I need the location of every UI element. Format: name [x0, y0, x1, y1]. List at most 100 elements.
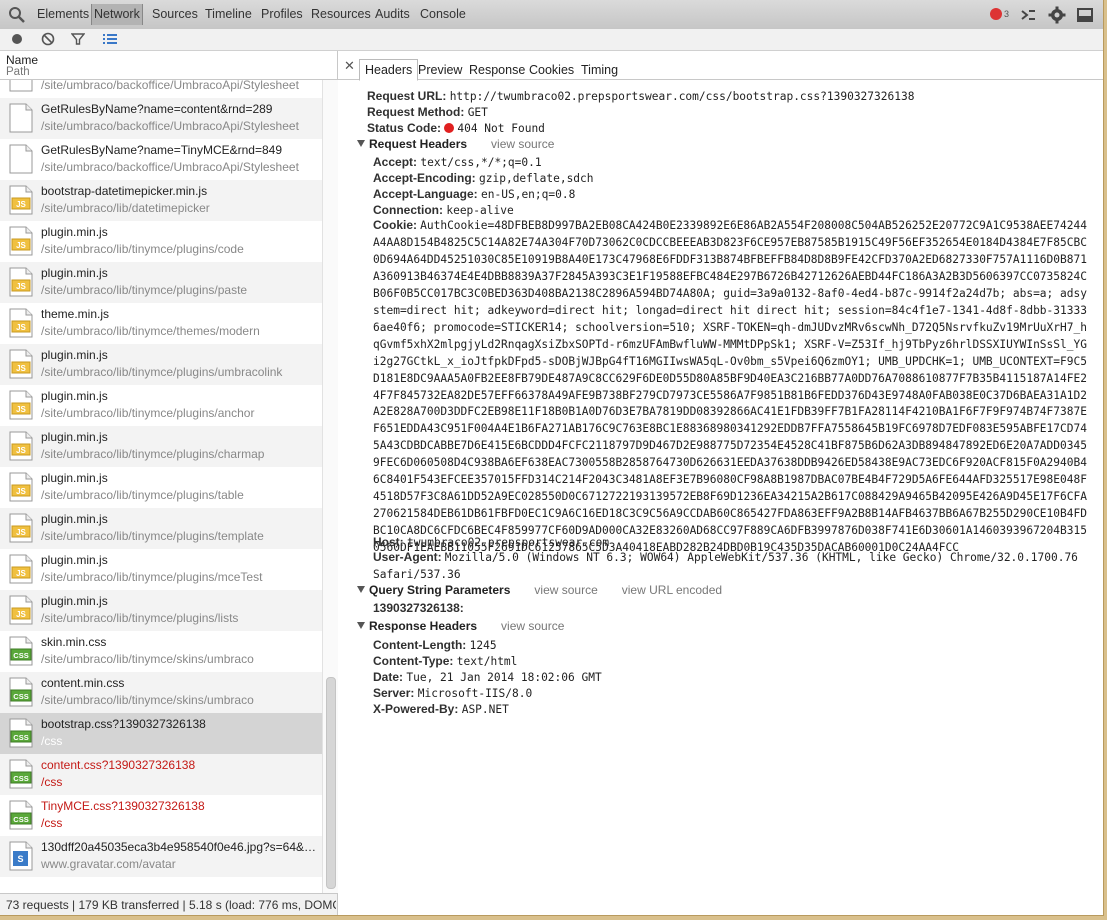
request-name: plugin.min.js [41, 266, 108, 280]
request-view-source-link[interactable]: view source [491, 137, 554, 151]
tab-network[interactable]: Network [91, 4, 143, 25]
css-file-icon: CSS [9, 677, 33, 707]
svg-text:JS: JS [16, 487, 26, 496]
tab-cookies[interactable]: Cookies [529, 63, 574, 77]
svg-text:CSS: CSS [13, 733, 28, 742]
gear-icon[interactable] [1048, 6, 1066, 24]
svg-text:S: S [17, 854, 23, 864]
request-row[interactable]: JS plugin.min.js/site/umbraco/lib/tinymce… [0, 221, 322, 262]
large-rows-icon[interactable] [103, 32, 117, 46]
response-view-source-link[interactable]: view source [501, 619, 564, 633]
error-icon[interactable] [990, 8, 1002, 20]
request-row[interactable]: CSS skin.min.css/site/umbraco/lib/tinymce… [0, 631, 322, 672]
clear-icon[interactable] [41, 32, 55, 46]
request-row[interactable]: JS theme.min.js/site/umbraco/lib/tinymce/… [0, 303, 322, 344]
tab-preview[interactable]: Preview [418, 63, 462, 77]
request-path: /site/umbraco/lib/tinymce/plugins/mceTes… [41, 570, 263, 584]
status-code-key: Status Code: [367, 121, 442, 135]
disclosure-triangle-icon[interactable] [357, 622, 365, 629]
request-row[interactable]: CSS content.min.css/site/umbraco/lib/tiny… [0, 672, 322, 713]
js-file-icon: JS [9, 513, 33, 543]
request-row[interactable]: CSS content.css?1390327326138/css [0, 754, 322, 795]
request-name: plugin.min.js [41, 430, 108, 444]
tab-profiles[interactable]: Profiles [261, 7, 303, 21]
tab-timeline[interactable]: Timeline [205, 7, 252, 21]
request-row[interactable]: S 130dff20a45035eca3b4e958540f0e46.jpg?s=… [0, 836, 322, 877]
request-name: bootstrap.css?1390327326138 [41, 717, 206, 731]
query-string-title: Query String Parameters [369, 583, 511, 597]
devtools-window: Elements Network Sources Timeline Profil… [0, 0, 1104, 916]
request-row[interactable]: GetRulesByName?name=content&rnd=289/site… [0, 98, 322, 139]
request-row[interactable]: CSS bootstrap.css?1390327326138/css [0, 713, 322, 754]
svg-text:CSS: CSS [13, 774, 28, 783]
request-row[interactable]: JS plugin.min.js/site/umbraco/lib/tinymce… [0, 426, 322, 467]
tab-console[interactable]: Console [420, 7, 466, 21]
disclosure-triangle-icon[interactable] [357, 586, 365, 593]
request-url-row: Request URL: http://twumbraco02.prepspor… [367, 88, 914, 105]
request-row[interactable]: JS plugin.min.js/site/umbraco/lib/tinymce… [0, 590, 322, 631]
request-name: content.css?1390327326138 [41, 758, 196, 772]
request-row[interactable]: /site/umbraco/backoffice/UmbracoApi/Styl… [0, 80, 322, 98]
request-row[interactable]: CSS TinyMCE.css?1390327326138/css [0, 795, 322, 836]
js-file-icon: JS [9, 554, 33, 584]
accept-encoding-key: Accept-Encoding: [373, 171, 476, 185]
response-headers-title: Response Headers [369, 619, 478, 633]
request-path: /site/umbraco/lib/tinymce/plugins/lists [41, 611, 239, 625]
dock-icon[interactable] [1076, 6, 1094, 24]
request-row[interactable]: GetRulesByName?name=TinyMCE&rnd=849/site… [0, 139, 322, 180]
date-value: Tue, 21 Jan 2014 18:02:06 GMT [406, 671, 602, 684]
request-path: /css [41, 775, 63, 789]
request-row[interactable]: JS plugin.min.js/site/umbraco/lib/tinymce… [0, 549, 322, 590]
connection-row: Connection: keep-alive [373, 202, 514, 219]
request-name: plugin.min.js [41, 512, 108, 526]
svg-text:JS: JS [16, 282, 26, 291]
request-row[interactable]: JS plugin.min.js/site/umbraco/lib/tinymce… [0, 385, 322, 426]
cookie-value: AuthCookie=48DFBEB8D997BA2EB08CA424B0E23… [373, 219, 1087, 555]
accept-value: text/css,*/*;q=0.1 [420, 156, 542, 169]
response-headers-section[interactable]: Response Headers view source [357, 619, 564, 633]
tab-audits[interactable]: Audits [375, 7, 410, 21]
tab-resources[interactable]: Resources [311, 7, 371, 21]
tab-sources[interactable]: Sources [152, 7, 198, 21]
console-drawer-icon[interactable] [1019, 6, 1037, 24]
query-param-key: 1390327326138: [373, 601, 464, 615]
accept-encoding-row: Accept-Encoding: gzip,deflate,sdch [373, 170, 594, 187]
scroll-thumb[interactable] [326, 677, 336, 889]
tab-response[interactable]: Response [469, 63, 525, 77]
request-path: /site/umbraco/lib/tinymce/plugins/templa… [41, 529, 264, 543]
inspect-search-icon[interactable] [8, 6, 26, 24]
record-icon[interactable] [10, 32, 24, 46]
cookie-row: Cookie: AuthCookie=48DFBEB8D997BA2EB08CA… [373, 218, 1088, 557]
request-headers-section[interactable]: Request Headers view source [357, 137, 554, 151]
tab-elements[interactable]: Elements [37, 7, 89, 21]
request-row[interactable]: JS plugin.min.js/site/umbraco/lib/tinymce… [0, 508, 322, 549]
request-list-scrollbar[interactable] [322, 80, 338, 893]
request-url-value: http://twumbraco02.prepsportswear.com/cs… [449, 90, 915, 103]
query-string-section[interactable]: Query String Parameters view source view U… [357, 583, 722, 597]
request-row[interactable]: JS plugin.min.js/site/umbraco/lib/tinymce… [0, 467, 322, 508]
request-name: plugin.min.js [41, 553, 108, 567]
disclosure-triangle-icon[interactable] [357, 140, 365, 147]
name-header-label: Name [6, 53, 39, 67]
accept-row: Accept: text/css,*/*;q=0.1 [373, 154, 542, 171]
query-view-source-link[interactable]: view source [534, 583, 597, 597]
tab-headers[interactable]: Headers [359, 59, 419, 81]
js-file-icon: JS [9, 226, 33, 256]
request-row[interactable]: JS plugin.min.js/site/umbraco/lib/tinymce… [0, 344, 322, 385]
tab-timing[interactable]: Timing [581, 63, 618, 77]
svg-text:JS: JS [16, 528, 26, 537]
content-length-value: 1245 [469, 639, 497, 652]
date-row: Date: Tue, 21 Jan 2014 18:02:06 GMT [373, 669, 602, 686]
request-path: /site/umbraco/lib/tinymce/plugins/umbrac… [41, 365, 283, 379]
close-icon[interactable]: ✕ [344, 58, 355, 74]
request-name: bootstrap-datetimepicker.min.js [41, 184, 208, 198]
filter-icon[interactable] [71, 32, 85, 46]
view-url-encoded-link[interactable]: view URL encoded [622, 583, 722, 597]
user-agent-key: User-Agent: [373, 550, 442, 564]
request-name: theme.min.js [41, 307, 110, 321]
request-row[interactable]: JS bootstrap-datetimepicker.min.js/site/u… [0, 180, 322, 221]
name-column-header[interactable]: Name Path [0, 51, 337, 80]
accept-language-key: Accept-Language: [373, 187, 478, 201]
request-row[interactable]: JS plugin.min.js/site/umbraco/lib/tinymce… [0, 262, 322, 303]
request-name: skin.min.css [41, 635, 107, 649]
